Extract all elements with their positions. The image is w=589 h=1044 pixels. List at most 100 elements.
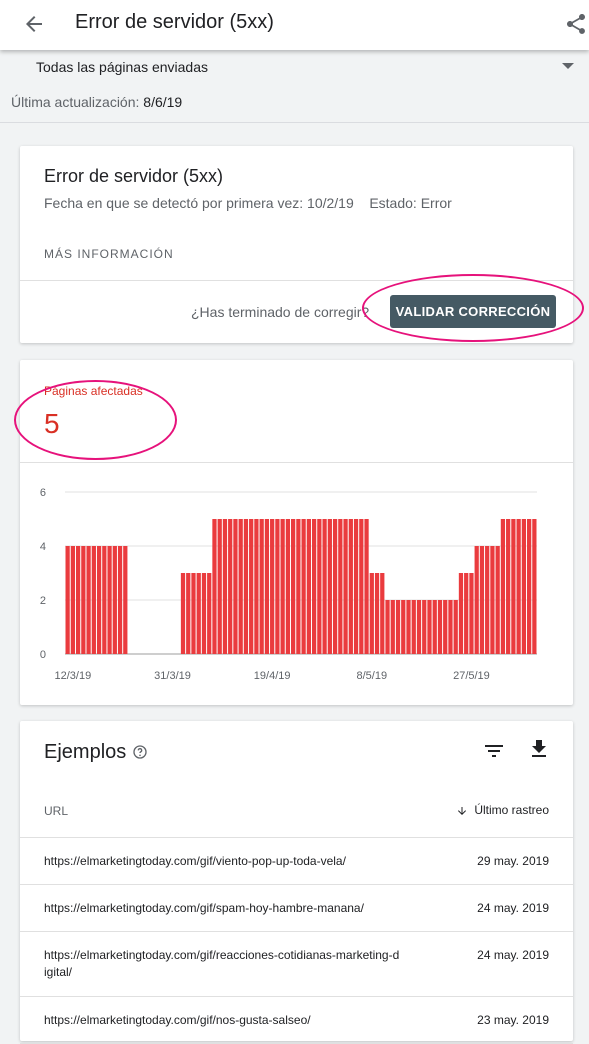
share-icon[interactable]	[564, 12, 588, 36]
chart-bar[interactable]	[117, 546, 123, 654]
chart-bar[interactable]	[458, 573, 464, 654]
dropdown-caret-icon[interactable]	[562, 63, 574, 69]
chart-bar[interactable]	[291, 519, 296, 654]
help-icon[interactable]	[132, 744, 148, 760]
chart-bar[interactable]	[437, 600, 443, 654]
chart-bar[interactable]	[317, 519, 322, 654]
chart-bar[interactable]	[70, 546, 75, 654]
chart-bar[interactable]	[243, 519, 249, 654]
chart-bar[interactable]	[327, 519, 332, 654]
chart-bar[interactable]	[374, 573, 380, 654]
examples-title: Ejemplos	[44, 741, 127, 763]
chart-bar[interactable]	[490, 546, 495, 654]
chart-bar[interactable]	[238, 519, 243, 654]
chart-bar[interactable]	[112, 546, 117, 654]
chart-bar[interactable]	[359, 519, 364, 654]
chart-bar[interactable]	[212, 519, 217, 654]
chart-bar[interactable]	[311, 519, 317, 654]
chart-bar[interactable]	[343, 519, 348, 654]
chart-bar[interactable]	[448, 600, 453, 654]
chart-bar[interactable]	[364, 519, 369, 654]
chart-bar[interactable]	[474, 546, 479, 654]
chart-bar[interactable]	[464, 573, 469, 654]
chart-bar[interactable]	[506, 519, 511, 654]
chart-bar[interactable]	[401, 600, 406, 654]
chart-bar[interactable]	[191, 573, 196, 654]
chart-bar[interactable]	[201, 573, 207, 654]
chart-bar[interactable]	[495, 546, 500, 654]
filter-icon[interactable]	[482, 739, 506, 763]
chart-bar[interactable]	[91, 546, 96, 654]
chart-bar[interactable]	[427, 600, 432, 654]
chart-bar[interactable]	[532, 519, 537, 654]
chart-bar[interactable]	[380, 573, 385, 654]
chart-bar[interactable]	[275, 519, 280, 654]
chart-bar[interactable]	[453, 600, 458, 654]
chart-bar[interactable]	[416, 600, 422, 654]
chart-bar[interactable]	[264, 519, 270, 654]
chart-bar[interactable]	[196, 573, 201, 654]
chart-bar[interactable]	[301, 519, 306, 654]
chart-bar[interactable]	[385, 600, 390, 654]
chart-bar[interactable]	[285, 519, 291, 654]
chart-bar[interactable]	[81, 546, 86, 654]
chart-bar[interactable]	[96, 546, 102, 654]
chart-bar[interactable]	[390, 600, 395, 654]
chart-bar[interactable]	[511, 519, 516, 654]
chart-bar[interactable]	[469, 573, 474, 654]
chart-bar[interactable]	[217, 519, 222, 654]
chart-bar[interactable]	[280, 519, 285, 654]
chart-bar[interactable]	[222, 519, 228, 654]
chart-bar[interactable]	[180, 573, 186, 654]
chart-bar[interactable]	[411, 600, 416, 654]
chart-bar[interactable]	[296, 519, 301, 654]
chart-bar[interactable]	[348, 519, 353, 654]
chart-bar[interactable]	[432, 600, 437, 654]
chart-bar[interactable]	[516, 519, 521, 654]
chart-bar[interactable]	[322, 519, 327, 654]
y-tick-label: 2	[40, 595, 46, 607]
chart-bar[interactable]	[233, 519, 238, 654]
chart-bar[interactable]	[521, 519, 527, 654]
chart-bar[interactable]	[249, 519, 254, 654]
table-row[interactable]: https://elmarketingtoday.com/gif/reaccio…	[20, 932, 573, 997]
chart-bar[interactable]	[65, 546, 70, 654]
more-info-link[interactable]: MÁS INFORMACIÓN	[44, 247, 174, 261]
validate-fix-button[interactable]: VALIDAR CORRECCIÓN	[390, 295, 556, 328]
chart-bar[interactable]	[500, 519, 506, 654]
chart-bar[interactable]	[86, 546, 91, 654]
download-icon[interactable]	[527, 737, 551, 761]
chart-bar[interactable]	[395, 600, 401, 654]
table-row[interactable]: https://elmarketingtoday.com/gif/viento-…	[20, 838, 573, 885]
chart-bar[interactable]	[107, 546, 112, 654]
chart-bar[interactable]	[259, 519, 264, 654]
status-label: Estado:	[369, 195, 417, 211]
chart-bar[interactable]	[406, 600, 411, 654]
chart-bar[interactable]	[186, 573, 191, 654]
chart-bar[interactable]	[123, 546, 128, 654]
row-date: 29 may. 2019	[477, 854, 549, 868]
table-row[interactable]: https://elmarketingtoday.com/gif/nos-gus…	[20, 997, 573, 1044]
chart-bar[interactable]	[332, 519, 338, 654]
sitemap-select[interactable]: Todas las páginas enviadas	[36, 59, 208, 75]
chart-bar[interactable]	[306, 519, 311, 654]
column-header-last-crawl[interactable]: Último rastreo	[456, 803, 549, 817]
chart-bar[interactable]	[422, 600, 427, 654]
chart-bar[interactable]	[75, 546, 81, 654]
chart-bar[interactable]	[353, 519, 359, 654]
chart-bar[interactable]	[369, 573, 374, 654]
chart-bar[interactable]	[102, 546, 107, 654]
arrow-back-icon[interactable]	[22, 12, 46, 36]
chart-bar[interactable]	[270, 519, 275, 654]
chart-bar[interactable]	[207, 573, 212, 654]
chart-bar[interactable]	[527, 519, 532, 654]
chart-bar[interactable]	[485, 546, 490, 654]
chart-bar[interactable]	[443, 600, 448, 654]
chart-bar[interactable]	[338, 519, 343, 654]
chart-bar[interactable]	[479, 546, 485, 654]
table-row[interactable]: https://elmarketingtoday.com/gif/spam-ho…	[20, 885, 573, 932]
chart-bar[interactable]	[254, 519, 259, 654]
chart-bar[interactable]	[228, 519, 233, 654]
row-url: https://elmarketingtoday.com/gif/nos-gus…	[44, 1013, 311, 1027]
column-header-url[interactable]: URL	[44, 804, 68, 818]
